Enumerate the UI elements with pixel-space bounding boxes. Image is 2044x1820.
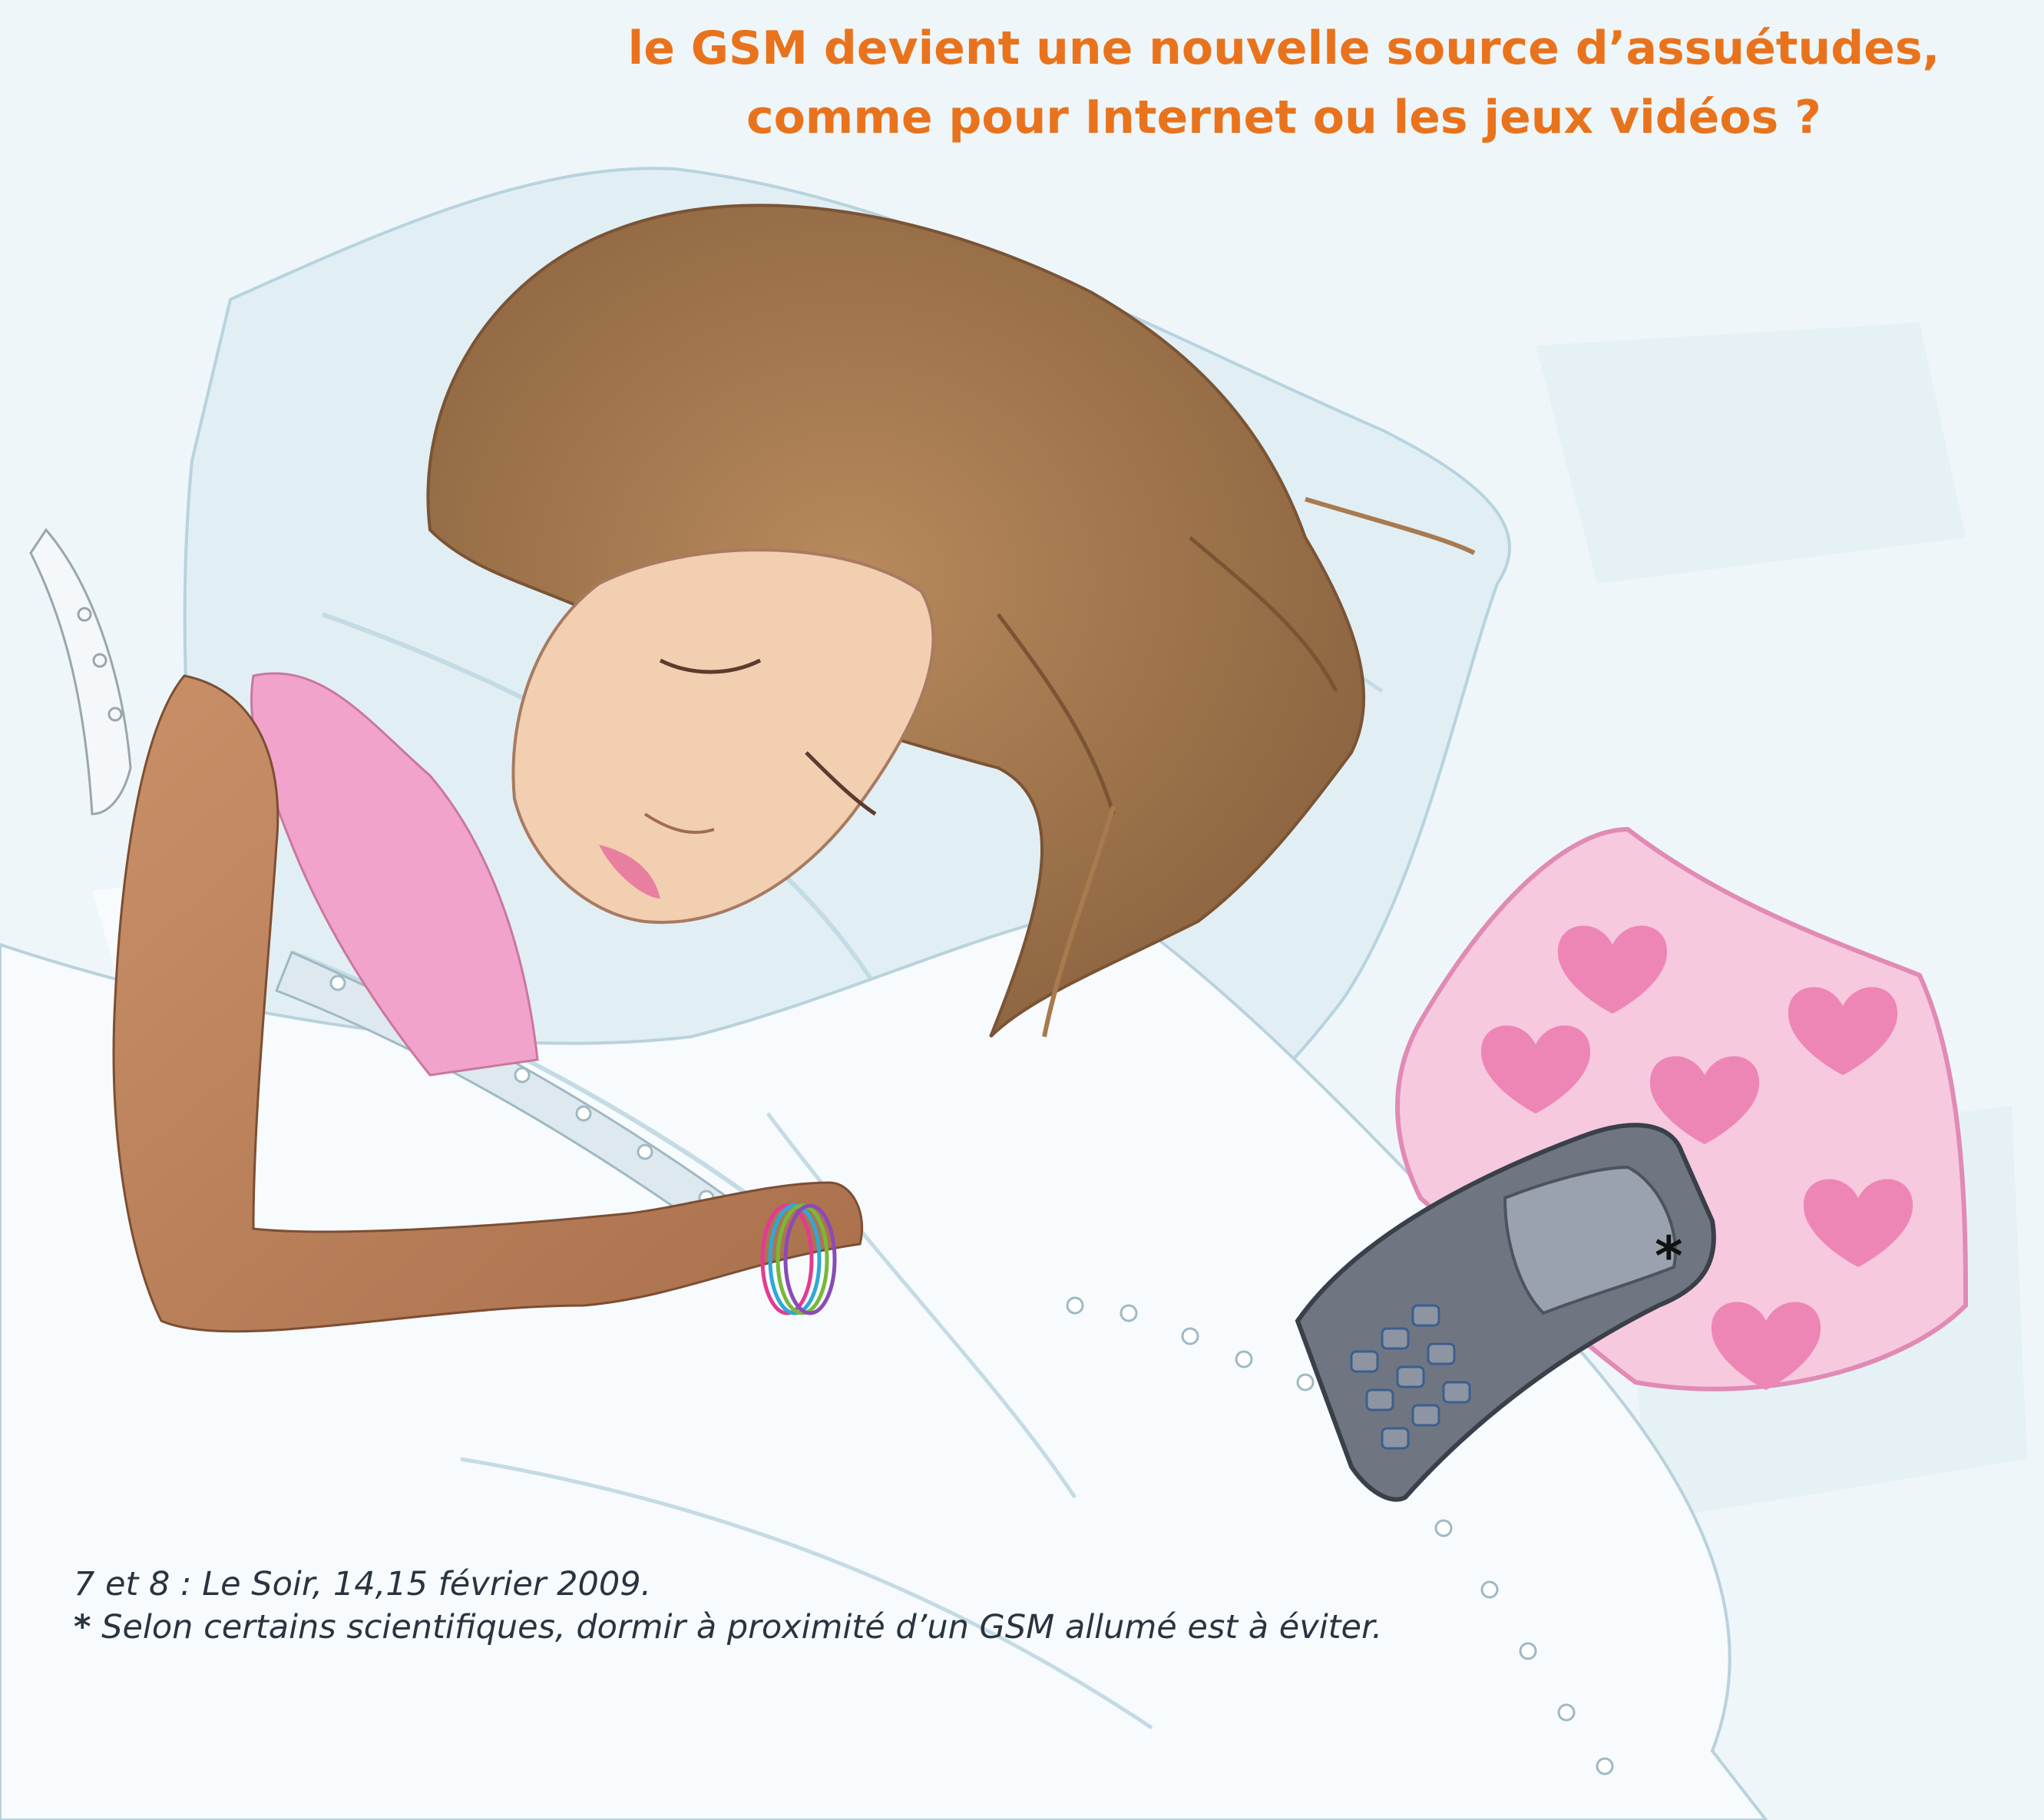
headline-line-1: le GSM devient une nouvelle source d’ass…: [627, 22, 1940, 75]
headline: le GSM devient une nouvelle source d’ass…: [608, 14, 1960, 152]
headline-line-2: comme pour Internet ou les jeux vidéos ?: [746, 91, 1821, 144]
sleeping-girl-illustration: *: [0, 0, 2044, 1820]
asterisk-note: * Selon certains scientifiques, dormir à…: [74, 1606, 1609, 1649]
asterisk-note-text: Selon certains scientifiques, dormir à p…: [101, 1608, 1383, 1646]
asterisk-icon: *: [74, 1608, 91, 1646]
asterisk-icon: *: [1655, 1225, 1683, 1288]
source-note: 7 et 8 : Le Soir, 14,15 février 2009.: [74, 1565, 652, 1603]
footnotes: 7 et 8 : Le Soir, 14,15 février 2009. * …: [74, 1563, 1609, 1649]
